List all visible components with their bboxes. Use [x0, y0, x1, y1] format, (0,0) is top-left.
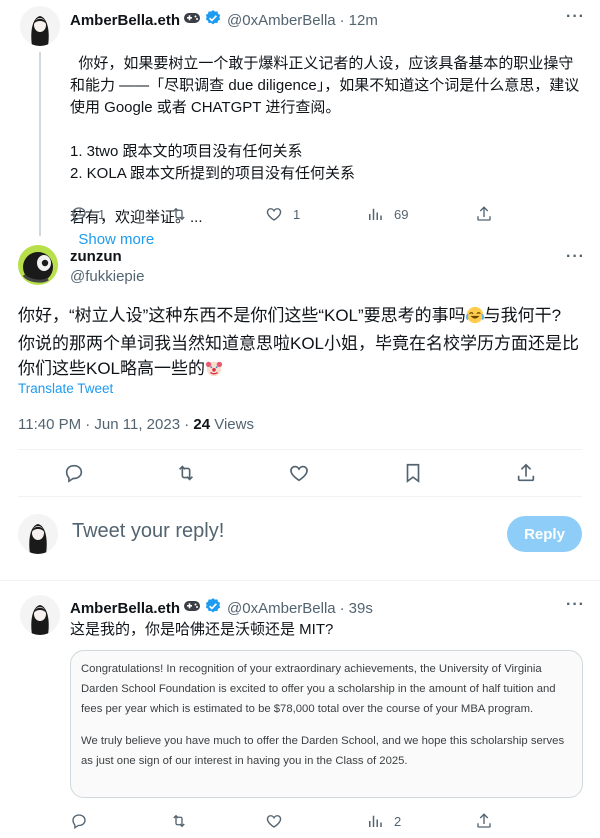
reply-submit-label: Reply: [524, 525, 565, 543]
avatar-illustration-icon: [18, 514, 58, 554]
divider: [18, 449, 582, 450]
share-button[interactable]: [515, 462, 537, 484]
reply-button[interactable]: 1: [70, 205, 105, 223]
tweet-text: 你好，如果要树立一个敢于爆料正义记者的人设，应该具备基本的职业操守和能力 ——「…: [70, 31, 585, 251]
reply-input[interactable]: Tweet your reply!: [72, 520, 224, 543]
share-button[interactable]: [475, 205, 493, 223]
like-button[interactable]: [288, 462, 310, 484]
retweet-button[interactable]: [175, 462, 197, 484]
joy-emoji-icon: [465, 306, 484, 331]
heart-icon: [290, 465, 308, 482]
like-button[interactable]: [265, 812, 283, 830]
reply-icon: [72, 814, 86, 830]
divider: [0, 580, 600, 581]
user-handle[interactable]: @0xAmberBella: [227, 12, 336, 29]
avatar[interactable]: [18, 514, 58, 554]
share-icon: [517, 463, 535, 482]
tweet-text-line: 你好，“树立人设”这种东西不是你们这些“KOL”要思考的事吗: [18, 306, 466, 325]
gamepad-icon: [183, 599, 201, 618]
display-name[interactable]: zunzun: [70, 248, 122, 265]
reply-count: 1: [98, 206, 106, 222]
thread-line: [39, 52, 41, 236]
views-count: 2: [394, 813, 402, 829]
share-icon: [477, 813, 491, 828]
retweet-button[interactable]: [170, 812, 188, 830]
views-label: Views: [210, 416, 254, 433]
tweet-text-line: 你们这些KOL略高一些的: [18, 359, 206, 378]
tweet-timestamp: 11:40 PM · Jun 11, 2023 · 24 Views: [18, 416, 254, 433]
gamepad-icon: [183, 11, 201, 30]
retweet-icon: [178, 465, 194, 481]
more-options-icon[interactable]: ···: [566, 248, 585, 266]
heart-icon: [266, 815, 282, 828]
views-chart-icon: [369, 815, 382, 827]
verified-badge-icon: [204, 9, 222, 32]
display-name[interactable]: AmberBella.eth: [70, 12, 180, 29]
letter-paragraph: Congratulations! In recognition of your …: [81, 663, 556, 715]
like-count: 1: [293, 206, 301, 222]
bookmark-icon: [406, 463, 420, 483]
tweet-text: 你好，“树立人设”这种东西不是你们这些“KOL”要思考的事吗 与我何干? 你说的…: [18, 303, 593, 384]
reply-input-placeholder: Tweet your reply!: [72, 520, 225, 542]
avatar-illustration-icon: [20, 6, 60, 46]
tweet-text-line-end: 与我何干?: [483, 306, 562, 325]
views-button[interactable]: 2: [366, 812, 401, 830]
share-button[interactable]: [475, 812, 493, 830]
show-more-link[interactable]: Show more: [78, 231, 154, 248]
tweet-text-content: 你好，如果要树立一个敢于爆料正义记者的人设，应该具备基本的职业操守和能力 ——「…: [70, 55, 580, 226]
timestamp-date[interactable]: 11:40 PM · Jun 11, 2023 ·: [18, 416, 193, 433]
separator-dot: ·: [339, 12, 345, 29]
clown-emoji-icon: [205, 359, 223, 384]
separator-dot: ·: [339, 600, 345, 617]
views-chart-icon: [369, 208, 382, 220]
tweet-header: AmberBella.eth @0xAmberBella · 12m: [70, 9, 378, 32]
retweet-icon: [173, 814, 185, 828]
avatar[interactable]: [20, 6, 60, 46]
verified-badge-icon: [204, 597, 222, 620]
tweet-time[interactable]: 39s: [349, 600, 373, 617]
tweet-text: 这是我的，你是哈佛还是沃顿还是 MIT?: [70, 621, 334, 638]
display-name[interactable]: AmberBella.eth: [70, 600, 180, 617]
views-button[interactable]: 69: [366, 205, 408, 223]
divider: [18, 496, 582, 497]
tweet-time[interactable]: 12m: [349, 12, 378, 29]
tweet-text-line: 你说的那两个单词我当然知道意思啦KOL小姐，毕竟在名校学历方面还是比: [18, 334, 580, 353]
avatar[interactable]: [20, 595, 60, 635]
retweet-button[interactable]: [170, 205, 188, 223]
reply-submit-button[interactable]: Reply: [507, 516, 582, 552]
user-handle[interactable]: @0xAmberBella: [227, 600, 336, 617]
translate-tweet-link[interactable]: Translate Tweet: [18, 381, 113, 396]
reply-icon: [65, 464, 83, 483]
views-count: 69: [394, 206, 409, 222]
heart-icon: [266, 208, 282, 221]
tweet-header: AmberBella.eth @0xAmberBella · 39s: [70, 597, 373, 620]
reply-icon: [72, 207, 86, 223]
avatar[interactable]: [18, 245, 58, 285]
avatar-character-icon: [18, 245, 58, 285]
more-options-icon[interactable]: ···: [566, 596, 585, 614]
like-button[interactable]: 1: [265, 205, 300, 223]
views-count: 24: [193, 416, 211, 433]
attached-image[interactable]: Congratulations! In recognition of your …: [70, 650, 583, 798]
reply-button[interactable]: [70, 812, 88, 830]
more-options-icon[interactable]: ···: [566, 8, 585, 26]
reply-button[interactable]: [63, 462, 85, 484]
avatar-illustration-icon: [20, 595, 60, 635]
user-handle[interactable]: @fukkiepie: [70, 268, 144, 285]
letter-paragraph: We truly believe you have much to offer …: [81, 735, 565, 767]
bookmark-button[interactable]: [402, 462, 424, 484]
retweet-icon: [173, 207, 185, 221]
share-icon: [477, 206, 491, 221]
